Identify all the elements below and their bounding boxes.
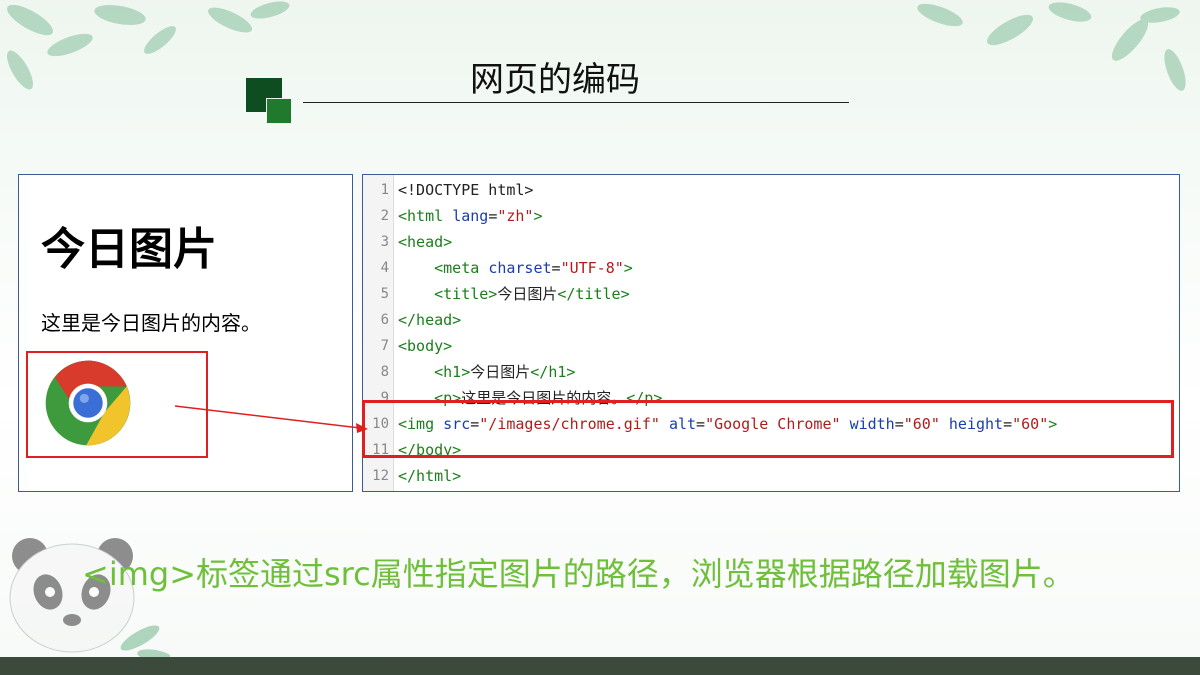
code-token: </head> <box>398 311 462 329</box>
code-text: <html lang="zh"> <box>398 203 543 229</box>
image-highlight-box <box>26 351 208 458</box>
code-token: </html> <box>398 467 462 485</box>
rendered-preview-panel: 今日图片 这里是今日图片的内容。 <box>18 174 353 492</box>
code-text: <head> <box>398 229 452 255</box>
preview-heading: 今日图片 <box>41 224 217 275</box>
line-number: 5 <box>380 286 389 302</box>
caption-text: <img>标签通过src属性指定图片的路径，浏览器根据路径加载图片。 <box>82 555 1075 593</box>
code-token: <!DOCTYPE html> <box>398 181 534 199</box>
code-token: charset <box>488 259 552 277</box>
code-token: </title> <box>557 285 630 303</box>
line-number: 3 <box>380 234 389 250</box>
line-number: 1 <box>380 182 389 198</box>
code-token: "zh" <box>497 207 534 225</box>
code-token: = <box>488 207 498 225</box>
code-token: <meta <box>434 259 480 277</box>
panda-illustration <box>9 538 170 663</box>
title-decoration <box>246 78 292 124</box>
slide-title: 网页的编码 <box>470 60 640 100</box>
code-token: "UTF-8" <box>560 259 624 277</box>
line-number: 12 <box>372 468 389 484</box>
code-highlight-box <box>362 400 1174 458</box>
line-number: 2 <box>380 208 389 224</box>
code-token: <head> <box>398 233 453 251</box>
bottom-bar <box>0 657 1200 675</box>
code-token: <body> <box>398 337 453 355</box>
code-text: <body> <box>398 333 452 359</box>
code-token: 今日图片 <box>470 363 531 381</box>
line-number: 8 <box>380 364 389 380</box>
code-text: </head> <box>398 307 461 333</box>
code-text: <title>今日图片</title> <box>398 281 630 307</box>
code-text: <h1>今日图片</h1> <box>398 359 575 385</box>
code-token: 今日图片 <box>497 285 558 303</box>
code-text: <meta charset="UTF-8"> <box>398 255 633 281</box>
code-token: <html <box>398 207 444 225</box>
preview-paragraph: 这里是今日图片的内容。 <box>41 311 261 335</box>
leaves-decoration-right <box>917 2 1186 91</box>
code-token: = <box>551 259 561 277</box>
code-token: > <box>623 259 633 277</box>
title-underline <box>303 102 849 103</box>
code-token: </h1> <box>530 363 576 381</box>
code-token: <h1> <box>434 363 471 381</box>
chrome-logo-icon <box>45 360 131 446</box>
code-token: lang <box>452 207 489 225</box>
line-number: 6 <box>380 312 389 328</box>
line-number: 7 <box>380 338 389 354</box>
line-number: 4 <box>380 260 389 276</box>
code-token: <title> <box>434 285 498 303</box>
code-text: <!DOCTYPE html> <box>398 177 533 203</box>
code-token: > <box>533 207 543 225</box>
code-text: </html> <box>398 463 461 489</box>
